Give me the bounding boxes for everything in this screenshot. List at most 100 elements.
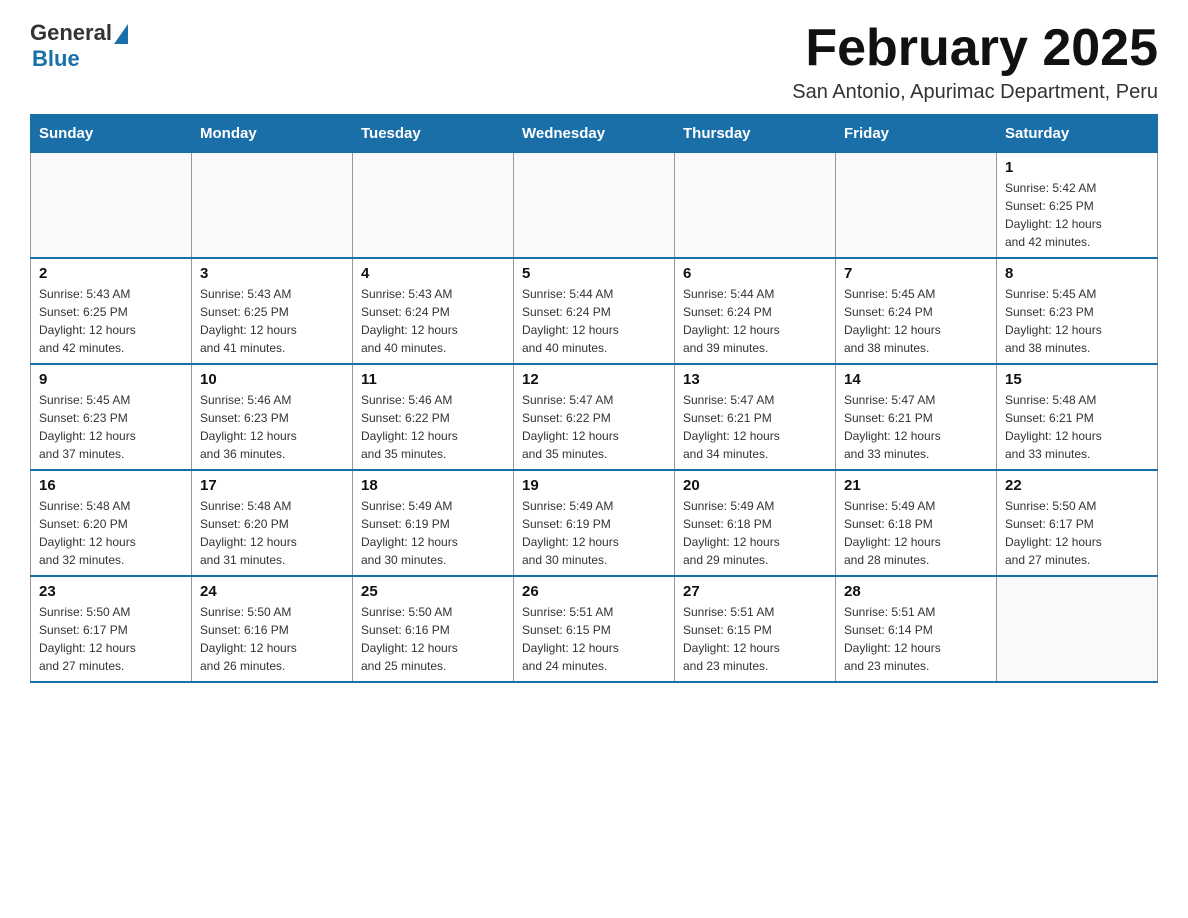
calendar-cell: 3Sunrise: 5:43 AMSunset: 6:25 PMDaylight… [192, 258, 353, 364]
day-info: Sunrise: 5:48 AMSunset: 6:21 PMDaylight:… [1005, 391, 1149, 463]
day-info: Sunrise: 5:48 AMSunset: 6:20 PMDaylight:… [200, 497, 344, 569]
calendar-cell: 23 Sunrise: 5:50 AMSunset: 6:17 PMDayligh… [31, 576, 192, 682]
calendar-cell: 17 Sunrise: 5:48 AMSunset: 6:20 PMDayligh… [192, 470, 353, 576]
day-info: Sunrise: 5:42 AMSunset: 6:25 PMDaylight:… [1005, 179, 1149, 251]
calendar-cell: 22 Sunrise: 5:50 AMSunset: 6:17 PMDayligh… [997, 470, 1158, 576]
title-section: February 2025 San Antonio, Apurimac Depa… [792, 20, 1158, 104]
calendar-cell: 13Sunrise: 5:47 AMSunset: 6:21 PMDayligh… [675, 364, 836, 470]
calendar-cell: 4 Sunrise: 5:43 AMSunset: 6:24 PMDaylight… [353, 258, 514, 364]
day-info: Sunrise: 5:51 AMSunset: 6:15 PMDaylight:… [683, 603, 827, 675]
day-number: 16 [39, 477, 183, 494]
calendar-cell: 9 Sunrise: 5:45 AMSunset: 6:23 PMDaylight… [31, 364, 192, 470]
calendar-week-row: 16 Sunrise: 5:48 AMSunset: 6:20 PMDayligh… [31, 470, 1158, 576]
calendar-cell: 20 Sunrise: 5:49 AMSunset: 6:18 PMDayligh… [675, 470, 836, 576]
day-info: Sunrise: 5:46 AMSunset: 6:22 PMDaylight:… [361, 391, 505, 463]
calendar-cell: 24Sunrise: 5:50 AMSunset: 6:16 PMDayligh… [192, 576, 353, 682]
logo-general-text: General [30, 20, 112, 46]
calendar-cell [31, 153, 192, 259]
calendar-cell [353, 153, 514, 259]
day-info: Sunrise: 5:48 AMSunset: 6:20 PMDaylight:… [39, 497, 183, 569]
day-info: Sunrise: 5:43 AMSunset: 6:25 PMDaylight:… [39, 285, 183, 357]
weekday-header-thursday: Thursday [675, 115, 836, 153]
day-info: Sunrise: 5:44 AMSunset: 6:24 PMDaylight:… [683, 285, 827, 357]
calendar-cell: 5Sunrise: 5:44 AMSunset: 6:24 PMDaylight… [514, 258, 675, 364]
calendar-cell [836, 153, 997, 259]
logo-triangle-icon [114, 24, 128, 44]
calendar-cell: 26 Sunrise: 5:51 AMSunset: 6:15 PMDayligh… [514, 576, 675, 682]
calendar-cell: 16 Sunrise: 5:48 AMSunset: 6:20 PMDayligh… [31, 470, 192, 576]
day-number: 15 [1005, 371, 1149, 388]
logo-blue-text: Blue [32, 46, 80, 72]
calendar-week-row: 1 Sunrise: 5:42 AMSunset: 6:25 PMDaylight… [31, 153, 1158, 259]
day-number: 24 [200, 583, 344, 600]
weekday-header-tuesday: Tuesday [353, 115, 514, 153]
day-number: 8 [1005, 265, 1149, 282]
weekday-header-saturday: Saturday [997, 115, 1158, 153]
location-text: San Antonio, Apurimac Department, Peru [792, 81, 1158, 104]
day-number: 20 [683, 477, 827, 494]
day-number: 28 [844, 583, 988, 600]
calendar-cell [192, 153, 353, 259]
calendar-cell: 15 Sunrise: 5:48 AMSunset: 6:21 PMDayligh… [997, 364, 1158, 470]
calendar-cell [514, 153, 675, 259]
day-info: Sunrise: 5:47 AMSunset: 6:22 PMDaylight:… [522, 391, 666, 463]
day-info: Sunrise: 5:49 AMSunset: 6:19 PMDaylight:… [361, 497, 505, 569]
day-info: Sunrise: 5:45 AMSunset: 6:23 PMDaylight:… [39, 391, 183, 463]
calendar-week-row: 23 Sunrise: 5:50 AMSunset: 6:17 PMDayligh… [31, 576, 1158, 682]
calendar-cell: 2Sunrise: 5:43 AMSunset: 6:25 PMDaylight… [31, 258, 192, 364]
calendar-table: SundayMondayTuesdayWednesdayThursdayFrid… [30, 114, 1158, 683]
day-number: 5 [522, 265, 666, 282]
calendar-cell [997, 576, 1158, 682]
calendar-body: 1 Sunrise: 5:42 AMSunset: 6:25 PMDaylight… [31, 153, 1158, 683]
day-info: Sunrise: 5:49 AMSunset: 6:19 PMDaylight:… [522, 497, 666, 569]
day-info: Sunrise: 5:46 AMSunset: 6:23 PMDaylight:… [200, 391, 344, 463]
calendar-cell: 12 Sunrise: 5:47 AMSunset: 6:22 PMDayligh… [514, 364, 675, 470]
day-number: 17 [200, 477, 344, 494]
day-info: Sunrise: 5:45 AMSunset: 6:23 PMDaylight:… [1005, 285, 1149, 357]
day-info: Sunrise: 5:49 AMSunset: 6:18 PMDaylight:… [683, 497, 827, 569]
calendar-week-row: 2Sunrise: 5:43 AMSunset: 6:25 PMDaylight… [31, 258, 1158, 364]
calendar-cell: 18 Sunrise: 5:49 AMSunset: 6:19 PMDayligh… [353, 470, 514, 576]
day-info: Sunrise: 5:47 AMSunset: 6:21 PMDaylight:… [844, 391, 988, 463]
weekday-header-row: SundayMondayTuesdayWednesdayThursdayFrid… [31, 115, 1158, 153]
day-number: 14 [844, 371, 988, 388]
day-number: 26 [522, 583, 666, 600]
day-number: 13 [683, 371, 827, 388]
calendar-cell: 19 Sunrise: 5:49 AMSunset: 6:19 PMDayligh… [514, 470, 675, 576]
day-number: 19 [522, 477, 666, 494]
day-info: Sunrise: 5:43 AMSunset: 6:25 PMDaylight:… [200, 285, 344, 357]
day-number: 9 [39, 371, 183, 388]
weekday-header-wednesday: Wednesday [514, 115, 675, 153]
day-number: 25 [361, 583, 505, 600]
calendar-cell: 10Sunrise: 5:46 AMSunset: 6:23 PMDayligh… [192, 364, 353, 470]
day-number: 4 [361, 265, 505, 282]
day-number: 11 [361, 371, 505, 388]
page-header: General Blue February 2025 San Antonio, … [30, 20, 1158, 104]
day-info: Sunrise: 5:51 AMSunset: 6:15 PMDaylight:… [522, 603, 666, 675]
day-number: 18 [361, 477, 505, 494]
day-info: Sunrise: 5:50 AMSunset: 6:17 PMDaylight:… [1005, 497, 1149, 569]
day-info: Sunrise: 5:51 AMSunset: 6:14 PMDaylight:… [844, 603, 988, 675]
day-number: 1 [1005, 159, 1149, 176]
logo: General Blue [30, 20, 128, 72]
day-info: Sunrise: 5:50 AMSunset: 6:16 PMDaylight:… [361, 603, 505, 675]
day-info: Sunrise: 5:50 AMSunset: 6:17 PMDaylight:… [39, 603, 183, 675]
month-title: February 2025 [792, 20, 1158, 77]
day-number: 12 [522, 371, 666, 388]
day-info: Sunrise: 5:43 AMSunset: 6:24 PMDaylight:… [361, 285, 505, 357]
day-info: Sunrise: 5:49 AMSunset: 6:18 PMDaylight:… [844, 497, 988, 569]
calendar-cell: 28 Sunrise: 5:51 AMSunset: 6:14 PMDayligh… [836, 576, 997, 682]
weekday-header-friday: Friday [836, 115, 997, 153]
calendar-cell: 7 Sunrise: 5:45 AMSunset: 6:24 PMDaylight… [836, 258, 997, 364]
calendar-cell [675, 153, 836, 259]
calendar-cell: 21Sunrise: 5:49 AMSunset: 6:18 PMDayligh… [836, 470, 997, 576]
calendar-cell: 6 Sunrise: 5:44 AMSunset: 6:24 PMDaylight… [675, 258, 836, 364]
day-info: Sunrise: 5:45 AMSunset: 6:24 PMDaylight:… [844, 285, 988, 357]
day-number: 22 [1005, 477, 1149, 494]
day-number: 6 [683, 265, 827, 282]
day-number: 23 [39, 583, 183, 600]
weekday-header-sunday: Sunday [31, 115, 192, 153]
day-number: 7 [844, 265, 988, 282]
calendar-header: SundayMondayTuesdayWednesdayThursdayFrid… [31, 115, 1158, 153]
calendar-cell: 14 Sunrise: 5:47 AMSunset: 6:21 PMDayligh… [836, 364, 997, 470]
